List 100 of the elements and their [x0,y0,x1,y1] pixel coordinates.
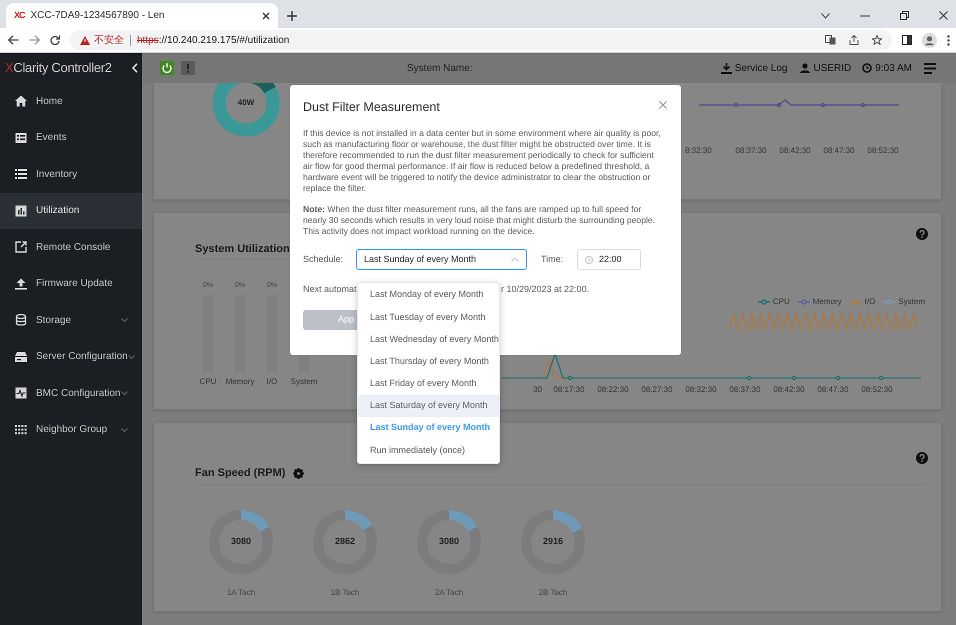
axis-label: 08:42:30 [778,145,812,157]
close-icon[interactable] [262,12,270,20]
axis-label: 08:32:30 [684,384,718,396]
fan-gauge: 3080 [208,509,274,575]
power-icon[interactable] [160,61,174,75]
fan-label: 1B Tach [330,587,360,599]
data-point [746,376,752,380]
share-icon[interactable] [849,35,859,45]
legend-label: CPU [772,296,790,308]
chevron-down-icon[interactable] [821,12,830,18]
browser-tab[interactable]: XC XCC-7DA9-1234567890 - Len [6,3,278,28]
bar-label: I/O [266,376,278,388]
chevron-down-icon [121,391,128,396]
database-icon [15,314,27,326]
dropdown-option[interactable]: Last Wednesday of every Month [358,328,499,351]
chevron-down-icon [121,318,128,322]
avatar-icon[interactable] [922,32,937,48]
current-time: 9:03 AM [875,62,912,76]
data-point [836,376,840,380]
chevron-up-icon [511,257,519,262]
reload-icon[interactable] [50,35,60,45]
field-label: Schedule: [303,252,344,266]
axis-label: 08:27:30 [640,384,674,396]
fan-label: 1A Tach [226,587,256,599]
user-name[interactable]: USERID [814,60,852,76]
dropdown-option[interactable]: Last Thursday of every Month [358,350,499,373]
next-run-text: Next automat [303,283,357,296]
download-icon[interactable] [720,62,732,74]
data-point [776,102,782,108]
sidebar-icon[interactable] [902,35,912,45]
server-icon [15,350,27,363]
help-icon[interactable] [916,452,928,464]
new-tab-icon[interactable] [287,11,297,21]
legend-label: Memory [812,296,842,308]
dropdown-option[interactable]: Last Tuesday of every Month [358,306,499,328]
upload-icon [15,278,27,290]
dropdown-option[interactable]: Last Friday of every Month [358,372,499,395]
axis-label: 08:42:30 [772,384,806,396]
star-icon[interactable] [872,35,882,45]
restore-icon[interactable] [900,11,909,20]
home-icon [15,95,27,108]
fan-gauge: 3080 [416,509,482,575]
axis-label: 08:52:30 [866,145,900,157]
card-title: Fan Speed (RPM) [195,466,286,481]
dialog-note: Note: When the dust filter measurement runs, all the fans are ramped up to full speed for nearly 30 seconds which results in very loud noise that might disturb the surrounding people. This activity does not impact workload running on the device. [303,204,656,237]
data-point [820,102,826,108]
time-field[interactable]: 22:00 [577,249,641,270]
grid-icon [15,424,27,436]
fan-label: 2A Tach [434,587,464,599]
field-label: Time: [541,252,564,266]
axis-label: 08:22:30 [596,384,630,396]
data-point [734,102,738,108]
address-url: https://10.240.219.175/#/utilization [137,34,290,48]
legend-label: I/O [864,296,876,308]
tab-title: XCC-7DA9-1234567890 - Len [30,9,166,23]
menu-icon[interactable] [924,62,936,74]
back-icon[interactable] [8,35,19,45]
user-icon[interactable] [800,63,810,73]
card-title: System Utilization [195,242,290,257]
forward-icon[interactable] [29,35,40,45]
axis-label: 08:52:30 [860,384,894,396]
clock-icon [585,256,593,264]
legend-label: System [898,296,925,308]
security-label: 不安全 [94,34,124,48]
data-point [792,376,796,380]
help-icon[interactable] [916,228,928,240]
chevron-down-icon [121,428,128,432]
fan-gauge: 2862 [312,509,378,575]
axis-label: 30 [532,384,543,396]
data-point [568,376,572,380]
data-point [860,102,866,108]
dropdown-option[interactable]: Last Monday of every Month [358,284,499,306]
axis-label: 08:47:30 [816,384,850,396]
data-point [878,376,884,380]
translate-icon[interactable] [825,35,836,45]
sidebar-item[interactable]: Utilization [0,192,142,229]
power-donut: 40W [211,83,281,138]
collapse-icon[interactable] [132,63,138,73]
bullet-list-icon [15,168,27,180]
gear-icon[interactable] [293,468,304,479]
brand-logo: XClarity Controller2 [5,59,112,78]
next-run-text: r 10/29/2023 at 22:00. [501,283,590,296]
external-window-icon [15,241,27,254]
minimize-icon[interactable] [860,14,870,16]
fan-label: 2B Tach [538,587,568,599]
schedule-select[interactable]: Last Sunday of every Month [356,249,527,270]
bar-chart-icon [15,204,27,217]
bar-label: Memory [226,376,254,388]
service-log-link[interactable]: Service Log [734,60,788,76]
address-bar[interactable]: 不安全 https://10.240.219.175/#/utilization [70,30,892,50]
axis-label: 08:17:30 [552,384,586,396]
bar-label: CPU [200,376,216,388]
more-icon[interactable] [947,34,950,46]
dropdown-option[interactable]: Run immediately (once) [358,439,499,462]
dropdown-option[interactable]: Last Saturday of every Month [358,394,499,418]
close-icon[interactable] [939,11,948,20]
fan-gauge: 2916 [520,509,586,575]
clock-icon [862,63,872,73]
axis-label: 08:37:30 [734,145,768,157]
pulse-icon [15,387,27,400]
